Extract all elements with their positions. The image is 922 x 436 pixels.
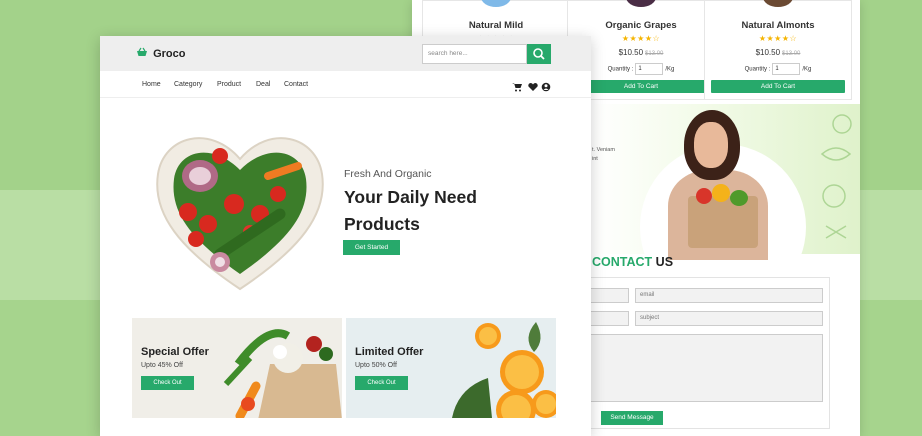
nav-deal[interactable]: Deal bbox=[256, 81, 270, 88]
limited-offer-card: Limited Offer Upto 50% Off Check Out bbox=[346, 318, 556, 418]
vegetable-image bbox=[730, 190, 748, 206]
grocery-bag-image bbox=[688, 196, 758, 248]
nav-contact[interactable]: Contact bbox=[284, 81, 308, 88]
heart-icon bbox=[528, 83, 538, 91]
check-out-button[interactable]: Check Out bbox=[355, 376, 408, 390]
heart-vegetable-bowl-image bbox=[156, 137, 324, 291]
search-button[interactable] bbox=[527, 44, 551, 64]
rating-stars: ★★★★☆ bbox=[758, 34, 798, 43]
get-started-button[interactable]: Get Started bbox=[343, 240, 400, 255]
vegetable-image bbox=[696, 188, 712, 204]
header: Groco search here... bbox=[100, 36, 591, 71]
nav-home[interactable]: Home bbox=[142, 81, 161, 88]
product-image bbox=[763, 0, 793, 7]
product-name: Organic Grapes bbox=[605, 20, 677, 31]
orange-slices-image bbox=[452, 322, 556, 418]
promo-banner: t. Veniam int bbox=[592, 104, 860, 310]
special-offer-card: Special Offer Upto 45% Off Check Out bbox=[132, 318, 342, 418]
check-out-button[interactable]: Check Out bbox=[141, 376, 194, 390]
vegetable-image bbox=[712, 184, 730, 202]
nav-category[interactable]: Category bbox=[174, 81, 202, 88]
send-message-button[interactable]: Send Message bbox=[601, 411, 663, 425]
quantity-input[interactable]: 1 bbox=[635, 63, 664, 75]
product-name: Natural Mild bbox=[468, 20, 524, 31]
promo-text: t. Veniam int bbox=[592, 147, 615, 162]
basket-icon bbox=[136, 47, 151, 60]
add-to-cart-button[interactable]: Add To Cart bbox=[711, 80, 845, 93]
woman-face bbox=[694, 122, 728, 168]
hero-title: Your Daily Need Products bbox=[344, 187, 477, 234]
vegetable-bag-image bbox=[223, 329, 342, 418]
quantity-row: Quantity :1/Kg bbox=[705, 63, 851, 75]
subject-field[interactable]: subject bbox=[635, 311, 823, 326]
logo[interactable]: Groco bbox=[136, 47, 185, 60]
offer-title: Limited Offer bbox=[355, 346, 424, 358]
contact-form: email subject Send Message bbox=[583, 277, 830, 429]
leaf-decoration-icon bbox=[820, 114, 852, 239]
product-image bbox=[626, 0, 656, 7]
nav-bar: Home Category Product Deal Contact bbox=[100, 71, 591, 98]
product-image bbox=[481, 0, 511, 7]
product-card: Natural Almonts ★★★★☆ $10.50 $13.00 Quant… bbox=[704, 0, 852, 100]
product-price: $10.50 $13.00 bbox=[755, 48, 801, 57]
user-icon bbox=[541, 82, 551, 92]
contact-title: CONTACT US bbox=[592, 255, 674, 269]
cart-icon bbox=[512, 83, 522, 92]
quantity-input[interactable]: 1 bbox=[772, 63, 801, 75]
offer-subtitle: Upto 45% Off bbox=[141, 362, 183, 369]
email-field[interactable]: email bbox=[635, 288, 823, 303]
nav-icons bbox=[512, 79, 552, 97]
hero-subtitle: Fresh And Organic bbox=[344, 168, 432, 180]
add-to-cart-button[interactable]: Add To Cart bbox=[574, 80, 708, 93]
message-field[interactable] bbox=[583, 334, 823, 402]
nav-product[interactable]: Product bbox=[217, 81, 241, 88]
offer-subtitle: Upto 50% Off bbox=[355, 362, 397, 369]
product-name: Natural Almonts bbox=[741, 20, 815, 31]
offer-title: Special Offer bbox=[141, 346, 209, 358]
search-input[interactable]: search here... bbox=[422, 44, 527, 64]
front-page-mockup: Groco search here... Home Category Produ… bbox=[100, 36, 591, 436]
search-icon bbox=[533, 48, 545, 60]
